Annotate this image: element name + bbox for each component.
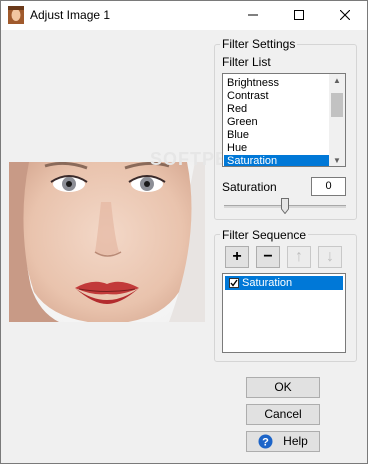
list-item[interactable]: Blue [226,129,249,142]
list-item[interactable]: Green [226,116,258,129]
list-item[interactable]: Contrast [226,90,269,103]
minimize-button[interactable] [230,0,276,30]
sequence-item-label: Saturation [242,277,293,289]
minimize-icon [248,14,258,16]
down-arrow-icon: ↓ [326,248,334,265]
maximize-icon [294,10,304,20]
filter-settings-title: Filter Settings [220,37,298,51]
filter-list-label: Filter List [222,55,271,69]
help-button[interactable]: ? Help [246,431,320,452]
remove-icon: − [263,248,273,265]
saturation-value-field[interactable]: 0 [311,177,346,196]
filter-sequence-list[interactable]: Saturation [222,273,346,353]
ok-button[interactable]: OK [246,377,320,398]
list-item[interactable]: Hue [226,142,247,155]
filter-list[interactable]: Brightness Contrast Red Green Blue Hue S… [222,73,346,167]
list-item[interactable]: Red [226,103,247,116]
saturation-label: Saturation [222,180,277,194]
move-down-button[interactable]: ↓ [318,246,342,268]
scroll-down-icon[interactable]: ▼ [329,154,345,166]
list-item[interactable]: Brightness [226,77,279,90]
filter-sequence-title: Filter Sequence [220,228,309,242]
list-scrollbar[interactable]: ▲ ▼ [329,74,345,166]
svg-text:?: ? [262,437,269,449]
face-photo [9,162,205,322]
up-arrow-icon: ↑ [295,248,303,265]
close-icon [340,10,350,20]
add-button[interactable]: + [225,246,249,268]
maximize-button[interactable] [276,0,322,30]
cancel-button[interactable]: Cancel [246,404,320,425]
list-item-selected[interactable]: Saturation [224,155,331,166]
close-button[interactable] [322,0,368,30]
remove-button[interactable]: − [256,246,280,268]
window-title: Adjust Image 1 [30,8,111,22]
scroll-thumb[interactable] [331,93,343,117]
add-icon: + [232,248,242,265]
list-item-selected[interactable]: Saturation [225,276,343,290]
app-icon [8,6,24,24]
title-bar: Adjust Image 1 [0,0,368,30]
image-preview [9,162,205,322]
scroll-up-icon[interactable]: ▲ [329,74,345,86]
move-up-button[interactable]: ↑ [287,246,311,268]
checkbox[interactable] [229,278,239,288]
saturation-slider-thumb[interactable] [281,198,289,214]
help-label: Help [283,434,308,448]
check-icon [230,279,238,287]
help-icon: ? [258,434,273,449]
